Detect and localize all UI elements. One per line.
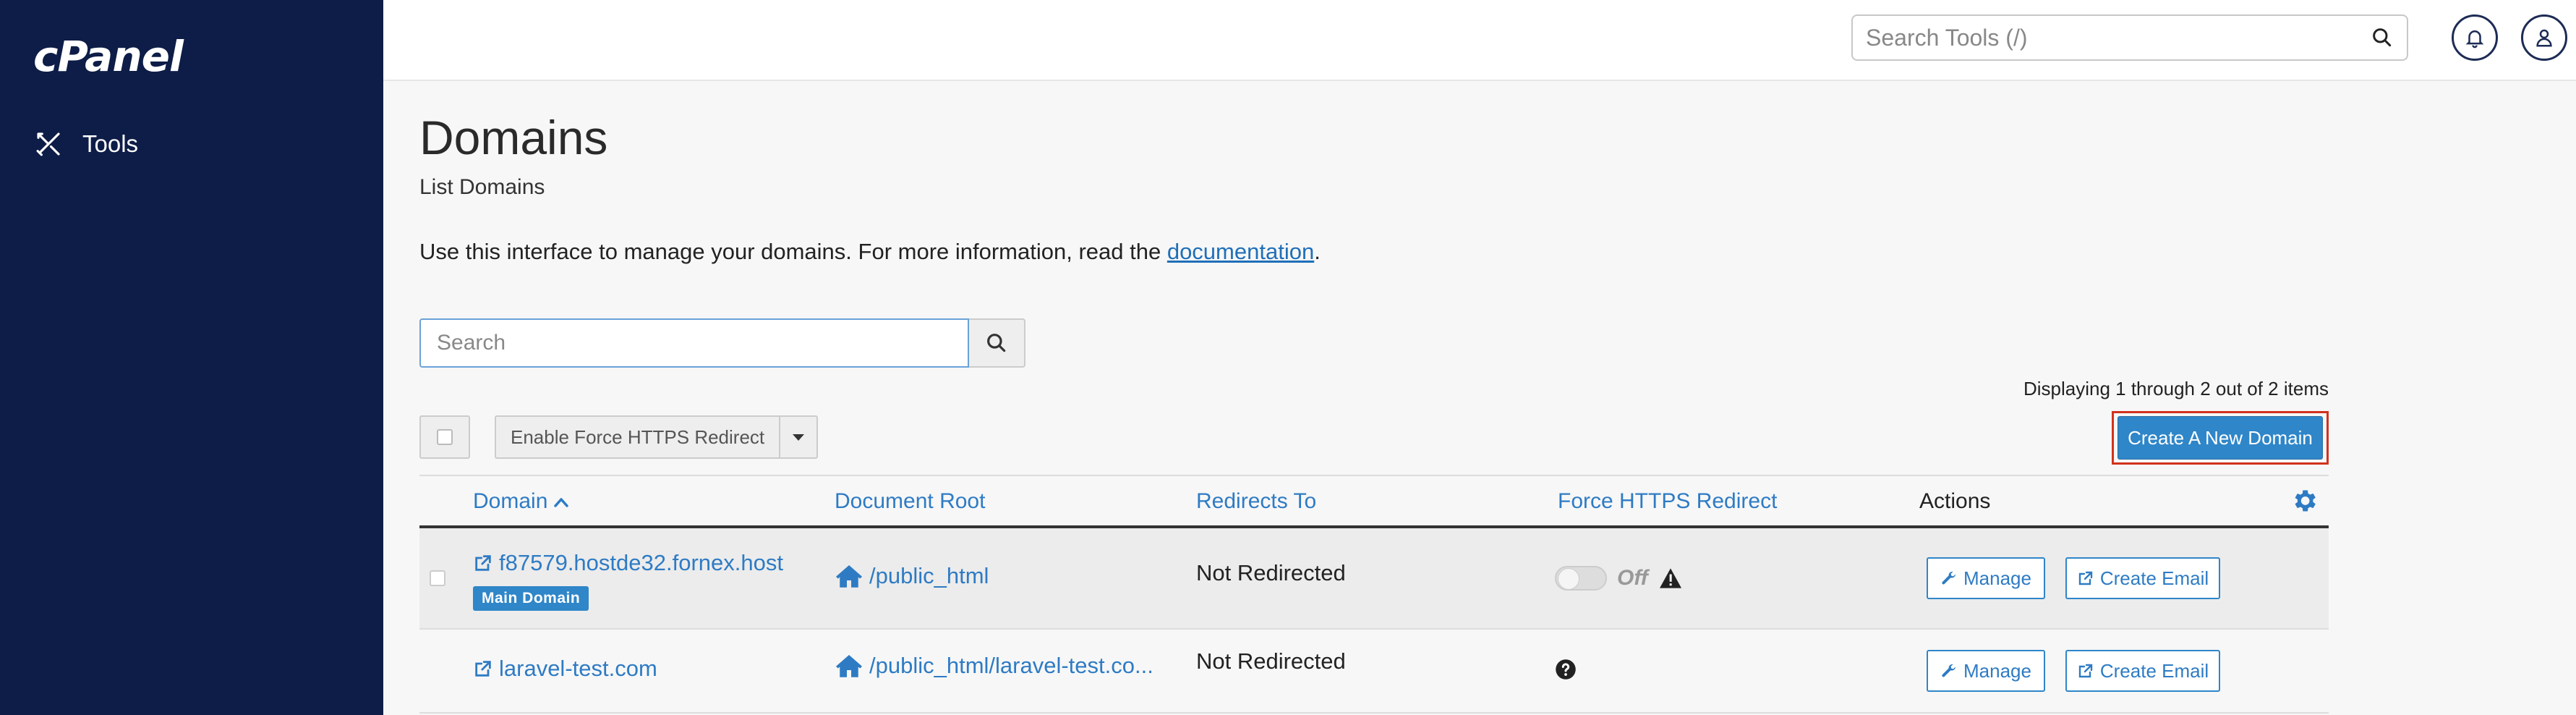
documentation-link[interactable]: documentation: [1167, 239, 1314, 264]
page-subtitle: List Domains: [419, 175, 545, 199]
main-content: Domains List Domains Use this interface …: [419, 81, 2329, 715]
home-icon: [836, 655, 862, 677]
top-bar: [383, 0, 2576, 81]
document-root-cell: /public_html: [835, 563, 989, 589]
table-header: Domain Document Root Redirects To Force …: [419, 475, 2329, 528]
document-root-link[interactable]: /public_html/laravel-test.co...: [835, 653, 1153, 679]
question-icon[interactable]: [1555, 659, 1577, 680]
force-https-cell: Off: [1555, 566, 1683, 591]
bulk-action-dropdown-toggle[interactable]: [780, 415, 819, 459]
warning-icon: [1659, 568, 1681, 588]
select-all-checkbox[interactable]: [419, 415, 470, 459]
document-root-path: /public_html/laravel-test.co...: [869, 653, 1153, 678]
external-link-icon: [2078, 571, 2093, 585]
domain-name: f87579.hostde32.fornex.host: [499, 550, 783, 575]
intro-prefix: Use this interface to manage your domain…: [419, 239, 1167, 264]
intro-suffix: .: [1314, 239, 1321, 264]
domain-search: [419, 318, 969, 368]
column-actions: Actions: [1919, 489, 1991, 513]
document-root-link[interactable]: /public_html: [835, 563, 989, 589]
column-domain[interactable]: Domain: [473, 489, 569, 514]
page-title: Domains: [419, 111, 608, 164]
cpanel-logo[interactable]: cPanel: [33, 32, 184, 81]
manage-button[interactable]: Manage: [1927, 650, 2045, 692]
notifications-button[interactable]: [2452, 14, 2498, 61]
domain-link[interactable]: f87579.hostde32.fornex.host: [473, 550, 783, 576]
wrench-icon: [1942, 571, 1956, 585]
toggle-state-label: Off: [1617, 566, 1648, 590]
user-menu-button[interactable]: [2521, 14, 2567, 61]
document-root-path: /public_html: [869, 563, 989, 588]
table-row: laravel-test.com /public_html/laravel-te…: [419, 630, 2329, 714]
sort-ascending-icon: [553, 489, 569, 514]
row-checkbox[interactable]: [430, 570, 445, 586]
external-link-icon: [475, 661, 491, 677]
search-icon[interactable]: [2371, 26, 2394, 49]
chevron-down-icon: [793, 433, 805, 441]
table-row: f87579.hostde32.fornex.host Main Domain …: [419, 528, 2329, 630]
bell-icon: [2465, 30, 2484, 48]
force-https-cell: [1555, 659, 1577, 684]
column-redirects-to[interactable]: Redirects To: [1196, 489, 1316, 514]
create-email-button[interactable]: Create Email: [2065, 557, 2220, 599]
manage-label: Manage: [1963, 659, 2031, 682]
redirects-to-cell: Not Redirected: [1196, 560, 1346, 585]
gear-icon[interactable]: [2290, 486, 2319, 515]
tools-search: [1851, 14, 2408, 61]
document-root-cell: /public_html/laravel-test.co...: [835, 653, 1153, 679]
create-email-label: Create Email: [2099, 567, 2209, 589]
domain-search-button[interactable]: [969, 318, 1025, 368]
domain-search-input[interactable]: [421, 320, 968, 366]
external-link-icon: [475, 555, 491, 571]
tools-icon: [36, 132, 60, 156]
tools-search-input[interactable]: [1853, 16, 2352, 59]
external-link-icon: [2078, 664, 2093, 678]
column-document-root[interactable]: Document Root: [835, 489, 985, 514]
manage-label: Manage: [1963, 567, 2031, 589]
user-icon: [2536, 29, 2552, 47]
sidebar-item-tools[interactable]: Tools: [33, 129, 138, 159]
redirects-to-cell: Not Redirected: [1196, 648, 1346, 674]
domain-cell: f87579.hostde32.fornex.host Main Domain: [473, 550, 783, 611]
create-email-label: Create Email: [2099, 659, 2209, 682]
manage-button[interactable]: Manage: [1927, 557, 2045, 599]
search-icon: [987, 334, 1006, 352]
domains-table: Domain Document Root Redirects To Force …: [419, 475, 2329, 714]
enable-force-https-button[interactable]: Enable Force HTTPS Redirect: [495, 415, 781, 459]
column-domain-label: Domain: [473, 489, 548, 513]
wrench-icon: [1942, 664, 1956, 677]
column-force-https[interactable]: Force HTTPS Redirect: [1558, 489, 1777, 514]
domain-cell: laravel-test.com: [473, 656, 657, 682]
home-icon: [836, 565, 862, 588]
pagination-summary: Displaying 1 through 2 out of 2 items: [2023, 378, 2329, 399]
sidebar: cPanel Tools: [0, 0, 383, 715]
create-email-button[interactable]: Create Email: [2065, 650, 2220, 692]
main-domain-badge: Main Domain: [473, 586, 589, 611]
domain-name: laravel-test.com: [499, 656, 657, 681]
force-https-toggle[interactable]: [1555, 566, 1607, 591]
checkbox-box: [437, 429, 453, 445]
create-new-domain-button[interactable]: Create A New Domain: [2117, 416, 2323, 460]
sidebar-item-label: Tools: [82, 130, 139, 157]
domain-link[interactable]: laravel-test.com: [473, 656, 657, 682]
intro-text: Use this interface to manage your domain…: [419, 239, 1321, 265]
bulk-action-group: Enable Force HTTPS Redirect: [495, 415, 819, 459]
